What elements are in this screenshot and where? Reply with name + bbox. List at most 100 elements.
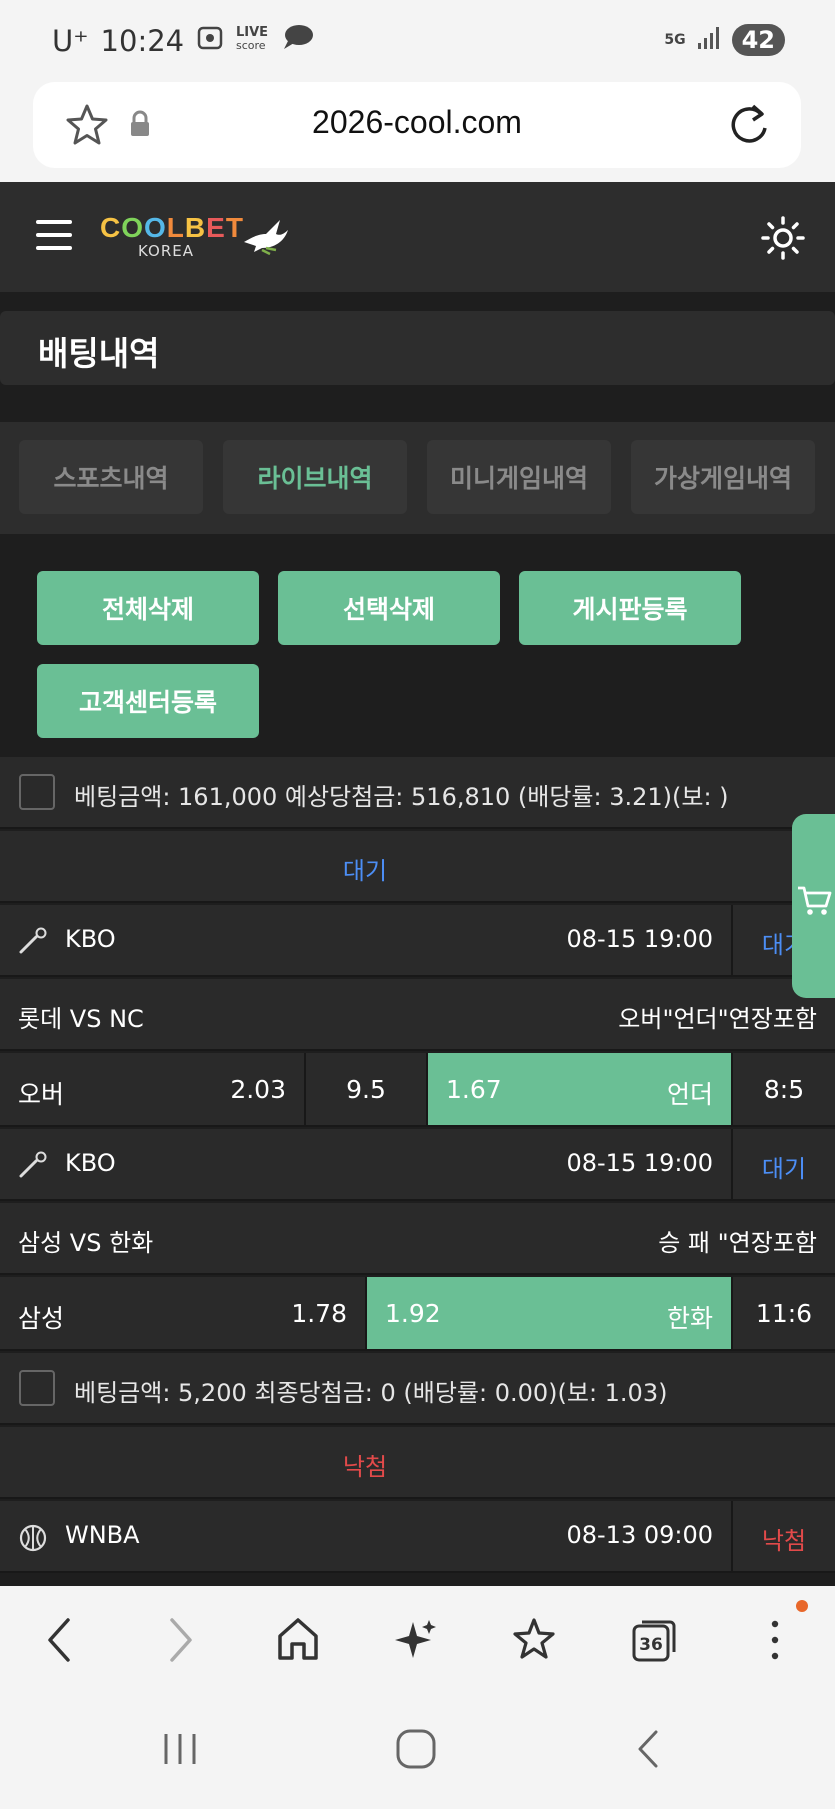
- delete-selected-button[interactable]: 선택삭제: [278, 571, 500, 645]
- bet-status-row: 대기: [0, 831, 835, 903]
- away-odds: 1.67: [446, 1075, 502, 1104]
- score-cell: 11:6: [733, 1277, 835, 1349]
- pick-status: 대기: [761, 1155, 807, 1183]
- odds-home-cell[interactable]: 삼성 1.78: [0, 1277, 367, 1349]
- address-bar[interactable]: 2026-cool.com: [33, 82, 801, 168]
- bet-summary-text: 베팅금액: 5,200 최종당첨금: 0 (배당률: 0.00)(보: 1.03…: [74, 1379, 668, 1407]
- network-5g-icon: 5G: [664, 32, 686, 48]
- league-name: WNBA: [65, 1521, 140, 1549]
- bet-summary-row: 베팅금액: 5,200 최종당첨금: 0 (배당률: 0.00)(보: 1.03…: [0, 1353, 835, 1425]
- basketball-icon: [18, 1523, 48, 1559]
- bookmarks-star-icon[interactable]: [510, 1614, 558, 1670]
- svg-text:LIVE: LIVE: [236, 25, 268, 40]
- pick-odds-row: 삼성 1.78 1.92 한화 11:6: [0, 1277, 835, 1351]
- league-cell: KBO 08-15 19:00: [0, 905, 733, 975]
- score-cell: 8:5: [733, 1053, 835, 1125]
- tab-sports-history[interactable]: 스포츠내역: [19, 440, 203, 514]
- system-back-icon[interactable]: [632, 1726, 666, 1776]
- league-cell: KBO 08-15 19:00: [0, 1129, 733, 1199]
- more-menu-icon[interactable]: [760, 1614, 790, 1670]
- logo-subtext: KOREA: [138, 242, 194, 260]
- home-odds: 1.78: [291, 1299, 347, 1328]
- cart-icon: [798, 886, 832, 915]
- league-name: KBO: [65, 925, 116, 953]
- reload-icon[interactable]: [727, 100, 771, 152]
- signal-icon: [696, 25, 722, 55]
- bet-summary-row: 베팅금액: 161,000 예상당첨금: 516,810 (배당률: 3.21)…: [0, 757, 835, 829]
- away-label: 한화: [666, 1304, 713, 1333]
- page-title-bar: 배팅내역: [0, 311, 835, 385]
- dove-logo-icon: [240, 212, 290, 260]
- screenshot-icon: [196, 24, 224, 58]
- odds-home-cell[interactable]: 오버 2.03: [0, 1053, 306, 1125]
- match-datetime: 08-13 09:00: [566, 1521, 713, 1549]
- bet-summary-text: 베팅금액: 161,000 예상당첨금: 516,810 (배당률: 3.21)…: [74, 783, 729, 811]
- home-odds: 2.03: [230, 1075, 286, 1104]
- pick-league-row: KBO 08-15 19:00 대기: [0, 1129, 835, 1201]
- browser-bottom-bar: 36: [0, 1586, 835, 1696]
- odds-line-cell: 9.5: [306, 1053, 428, 1125]
- battery-indicator: 42: [731, 24, 785, 56]
- market-type: 승 패 "연장포함: [658, 1229, 817, 1257]
- line-value: 9.5: [346, 1075, 386, 1104]
- baseball-icon: [18, 1151, 48, 1185]
- bet-status-row: 낙첨: [0, 1427, 835, 1499]
- history-tabs: 스포츠내역 라이브내역 미니게임내역 가상게임내역: [0, 422, 835, 534]
- home-label: 삼성: [18, 1304, 65, 1333]
- pick-league-row: KBO 08-15 19:00 대기: [0, 905, 835, 977]
- system-nav-bar: [0, 1696, 835, 1809]
- status-bar: U⁺ 10:24 LIVE score 5G 42: [0, 0, 835, 80]
- browser-toolbar: 2026-cool.com: [0, 80, 835, 182]
- svg-text:score: score: [236, 39, 266, 52]
- ai-sparkle-icon[interactable]: [393, 1614, 439, 1670]
- bet-status: 대기: [342, 857, 388, 885]
- livescore-icon: LIVE score: [236, 22, 270, 59]
- pick-league-row: WNBA 08-13 09:00 낙첨: [0, 1501, 835, 1573]
- pick-teams-row: 롯데 VS NC 오버"언더"연장포함: [0, 979, 835, 1051]
- recent-apps-icon[interactable]: [160, 1726, 200, 1776]
- page-title: 배팅내역: [38, 334, 160, 373]
- tab-live-history[interactable]: 라이브내역: [223, 440, 407, 514]
- forward-icon[interactable]: [160, 1614, 200, 1670]
- betslip-cart-button[interactable]: [792, 814, 835, 998]
- baseball-icon: [18, 927, 48, 961]
- support-register-button[interactable]: 고객센터등록: [37, 664, 259, 738]
- pick-teams-row: 삼성 VS 한화 승 패 "연장포함: [0, 1203, 835, 1275]
- pick-status: 낙첨: [761, 1527, 807, 1555]
- tabs-icon[interactable]: 36: [630, 1614, 678, 1670]
- match-teams: 삼성 VS 한화: [18, 1229, 154, 1257]
- site-logo[interactable]: COOLBET KOREA: [100, 212, 244, 260]
- bet-select-checkbox[interactable]: [19, 1370, 55, 1406]
- tab-minigame-history[interactable]: 미니게임내역: [427, 440, 611, 514]
- league-name: KBO: [65, 1149, 116, 1177]
- theme-toggle-sun-icon[interactable]: [761, 216, 805, 264]
- match-score: 8:5: [763, 1075, 805, 1104]
- site-header: COOLBET KOREA: [0, 182, 835, 292]
- odds-away-cell-selected[interactable]: 1.92 한화: [367, 1277, 733, 1349]
- bet-status: 낙첨: [342, 1453, 388, 1481]
- bet-select-checkbox[interactable]: [19, 774, 55, 810]
- home-icon[interactable]: [275, 1614, 321, 1670]
- tab-virtual-game-history[interactable]: 가상게임내역: [631, 440, 815, 514]
- svg-text:36: 36: [639, 1635, 663, 1655]
- match-datetime: 08-15 19:00: [566, 925, 713, 953]
- menu-icon[interactable]: [36, 220, 72, 250]
- system-home-icon[interactable]: [393, 1726, 439, 1776]
- league-cell: WNBA 08-13 09:00: [0, 1501, 733, 1571]
- market-type: 오버"언더"연장포함: [618, 1005, 817, 1033]
- chat-icon: [282, 23, 314, 58]
- carrier-label: U⁺: [52, 23, 89, 58]
- match-datetime: 08-15 19:00: [566, 1149, 713, 1177]
- clock: 10:24: [100, 23, 185, 58]
- notification-dot: [796, 1600, 808, 1612]
- pick-odds-row: 오버 2.03 9.5 1.67 언더 8:5: [0, 1053, 835, 1127]
- home-label: 오버: [18, 1080, 65, 1109]
- board-register-button[interactable]: 게시판등록: [519, 571, 741, 645]
- logo-text: COOLBET: [100, 212, 244, 243]
- delete-all-button[interactable]: 전체삭제: [37, 571, 259, 645]
- match-teams: 롯데 VS NC: [18, 1005, 144, 1033]
- odds-away-cell-selected[interactable]: 1.67 언더: [428, 1053, 733, 1125]
- back-icon[interactable]: [40, 1614, 80, 1670]
- away-odds: 1.92: [385, 1299, 441, 1328]
- url-text: 2026-cool.com: [312, 104, 522, 140]
